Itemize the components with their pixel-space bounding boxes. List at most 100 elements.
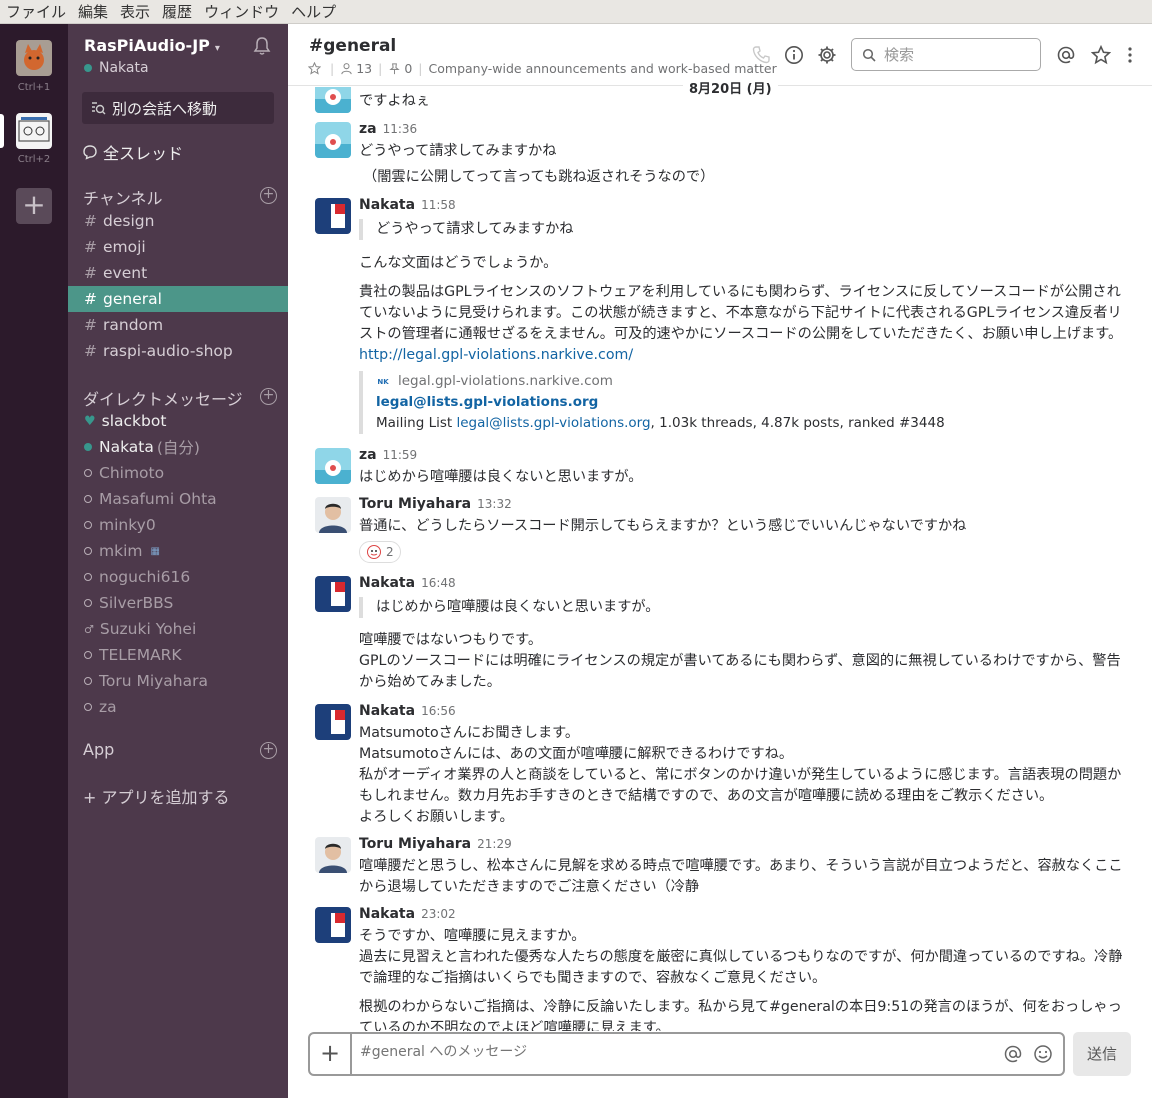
menu-help[interactable]: ヘルプ xyxy=(291,1,336,22)
dm-item-nakata[interactable]: Nakata (自分) xyxy=(68,434,288,460)
reaction-button[interactable]: 2 xyxy=(359,541,401,563)
timestamp[interactable]: 11:36 xyxy=(383,122,418,136)
dm-item-telemark[interactable]: TELEMARK xyxy=(68,642,288,668)
team-icon-2[interactable] xyxy=(16,113,52,149)
channels-header[interactable]: チャンネル + xyxy=(83,185,277,209)
avatar[interactable] xyxy=(315,448,351,484)
info-icon[interactable] xyxy=(784,45,804,65)
channel-item-raspi-audio-shop[interactable]: # raspi-audio-shop xyxy=(68,338,288,364)
add-app-icon[interactable]: + xyxy=(260,742,277,759)
menu-edit[interactable]: 編集 xyxy=(78,1,108,22)
channel-item-design[interactable]: # design xyxy=(68,208,288,234)
preview-desc-link[interactable]: legal@lists.gpl-violations.org xyxy=(456,415,650,431)
avatar[interactable] xyxy=(315,837,351,873)
hash-icon: # xyxy=(84,238,97,256)
dm-item-noguchi616[interactable]: noguchi616 xyxy=(68,564,288,590)
dm-item-suzuki-yohei[interactable]: ♂ Suzuki Yohei xyxy=(68,616,288,642)
dm-label: mkim xyxy=(99,542,143,560)
star-icon[interactable] xyxy=(308,62,321,75)
author-name[interactable]: Nakata xyxy=(359,197,415,213)
dm-item-za[interactable]: za xyxy=(68,694,288,720)
presence-away-icon xyxy=(84,677,92,685)
members-icon[interactable] xyxy=(340,62,353,75)
phone-icon[interactable] xyxy=(751,45,771,65)
message-text: （闇雲に公開してって言っても跳ね返されそうなので） xyxy=(363,169,715,185)
preview-desc-prefix: Mailing List xyxy=(376,415,457,431)
dm-item-toru-miyahara[interactable]: Toru Miyahara xyxy=(68,668,288,694)
add-dm-icon[interactable]: + xyxy=(260,388,277,405)
apps-header[interactable]: App + xyxy=(83,740,277,759)
timestamp[interactable]: 16:48 xyxy=(421,576,456,590)
timestamp[interactable]: 11:58 xyxy=(421,198,456,212)
add-app-link[interactable]: + アプリを追加する xyxy=(83,784,230,808)
dm-label: Chimoto xyxy=(99,464,165,482)
dm-item-minky0[interactable]: minky0 xyxy=(68,512,288,538)
timestamp[interactable]: 11:59 xyxy=(383,448,418,462)
dm-header[interactable]: ダイレクトメッセージ + xyxy=(83,386,277,410)
dm-item-mkim[interactable]: mkim ▦ xyxy=(68,538,288,564)
search-input[interactable]: 検索 xyxy=(851,38,1041,71)
avatar[interactable] xyxy=(315,497,351,533)
avatar[interactable] xyxy=(315,87,351,113)
timestamp[interactable]: 13:32 xyxy=(477,497,512,511)
author-name[interactable]: Nakata xyxy=(359,906,415,922)
team-switcher: Ctrl+1 Ctrl+2 + xyxy=(0,24,68,1098)
current-user[interactable]: Nakata xyxy=(84,60,149,76)
menu-view[interactable]: 表示 xyxy=(120,1,150,22)
presence-away-icon xyxy=(84,599,92,607)
pin-count[interactable]: 0 xyxy=(404,61,412,76)
mentions-icon[interactable] xyxy=(1056,45,1076,65)
preview-title[interactable]: legal@lists.gpl-violations.org xyxy=(376,392,1131,413)
author-name[interactable]: za xyxy=(359,447,377,463)
more-vertical-icon[interactable] xyxy=(1120,45,1140,65)
mention-icon[interactable] xyxy=(1003,1044,1023,1064)
message-text: 喧嘩腰ではないつもりです。 xyxy=(359,632,543,648)
workspace-name: RasPiAudio-JP xyxy=(84,36,210,55)
add-team-button[interactable]: + xyxy=(16,188,52,224)
timestamp[interactable]: 16:56 xyxy=(421,704,456,718)
add-channel-icon[interactable]: + xyxy=(260,187,277,204)
hash-icon: # xyxy=(84,316,97,334)
menu-history[interactable]: 履歴 xyxy=(162,1,192,22)
channel-item-emoji[interactable]: # emoji xyxy=(68,234,288,260)
menu-file[interactable]: ファイル xyxy=(6,1,66,22)
avatar[interactable] xyxy=(315,907,351,943)
author-name[interactable]: Toru Miyahara xyxy=(359,836,471,852)
send-button[interactable]: 送信 xyxy=(1073,1032,1131,1076)
author-name[interactable]: Nakata xyxy=(359,575,415,591)
dm-item-masafumi-ohta[interactable]: Masafumi Ohta xyxy=(68,486,288,512)
emoji-icon[interactable] xyxy=(1033,1044,1053,1064)
attach-plus-button[interactable]: + xyxy=(310,1034,352,1074)
channel-item-random[interactable]: # random xyxy=(68,312,288,338)
quote-block: はじめから喧嘩腰は良くないと思いますが。 xyxy=(359,597,659,618)
timestamp[interactable]: 23:02 xyxy=(421,907,456,921)
starred-items-icon[interactable] xyxy=(1091,45,1111,65)
author-name[interactable]: Nakata xyxy=(359,703,415,719)
avatar[interactable] xyxy=(315,198,351,234)
menu-window[interactable]: ウィンドウ xyxy=(204,1,279,22)
message-link[interactable]: http://legal.gpl-violations.narkive.com/ xyxy=(359,345,1131,366)
channel-topic[interactable]: Company-wide announcements and work-base… xyxy=(429,61,777,76)
avatar[interactable] xyxy=(315,576,351,612)
message-input[interactable] xyxy=(360,1044,940,1060)
member-count[interactable]: 13 xyxy=(356,61,372,76)
message-text: よろしくお願いします。 xyxy=(359,809,514,825)
workspace-menu[interactable]: RasPiAudio-JP ▾ xyxy=(84,36,220,55)
team-icon-1[interactable] xyxy=(16,40,52,76)
gear-icon[interactable] xyxy=(817,45,837,65)
author-name[interactable]: Toru Miyahara xyxy=(359,496,471,512)
channel-item-event[interactable]: # event xyxy=(68,260,288,286)
timestamp[interactable]: 21:29 xyxy=(477,837,512,851)
channel-item-general[interactable]: # general xyxy=(68,286,288,312)
pin-icon[interactable] xyxy=(388,62,401,75)
jump-to-button[interactable]: 別の会話へ移動 xyxy=(82,92,274,124)
channel-meta: | 13 | 0 | Company-wide announcements an… xyxy=(308,61,777,76)
dm-item-chimoto[interactable]: Chimoto xyxy=(68,460,288,486)
avatar[interactable] xyxy=(315,122,351,158)
avatar[interactable] xyxy=(315,704,351,740)
all-threads-link[interactable]: 全スレッド xyxy=(82,140,183,164)
author-name[interactable]: za xyxy=(359,121,377,137)
dm-item-silverbbs[interactable]: SilverBBS xyxy=(68,590,288,616)
bell-icon[interactable] xyxy=(252,36,272,56)
dm-item-slackbot[interactable]: ♥ slackbot xyxy=(68,408,288,434)
